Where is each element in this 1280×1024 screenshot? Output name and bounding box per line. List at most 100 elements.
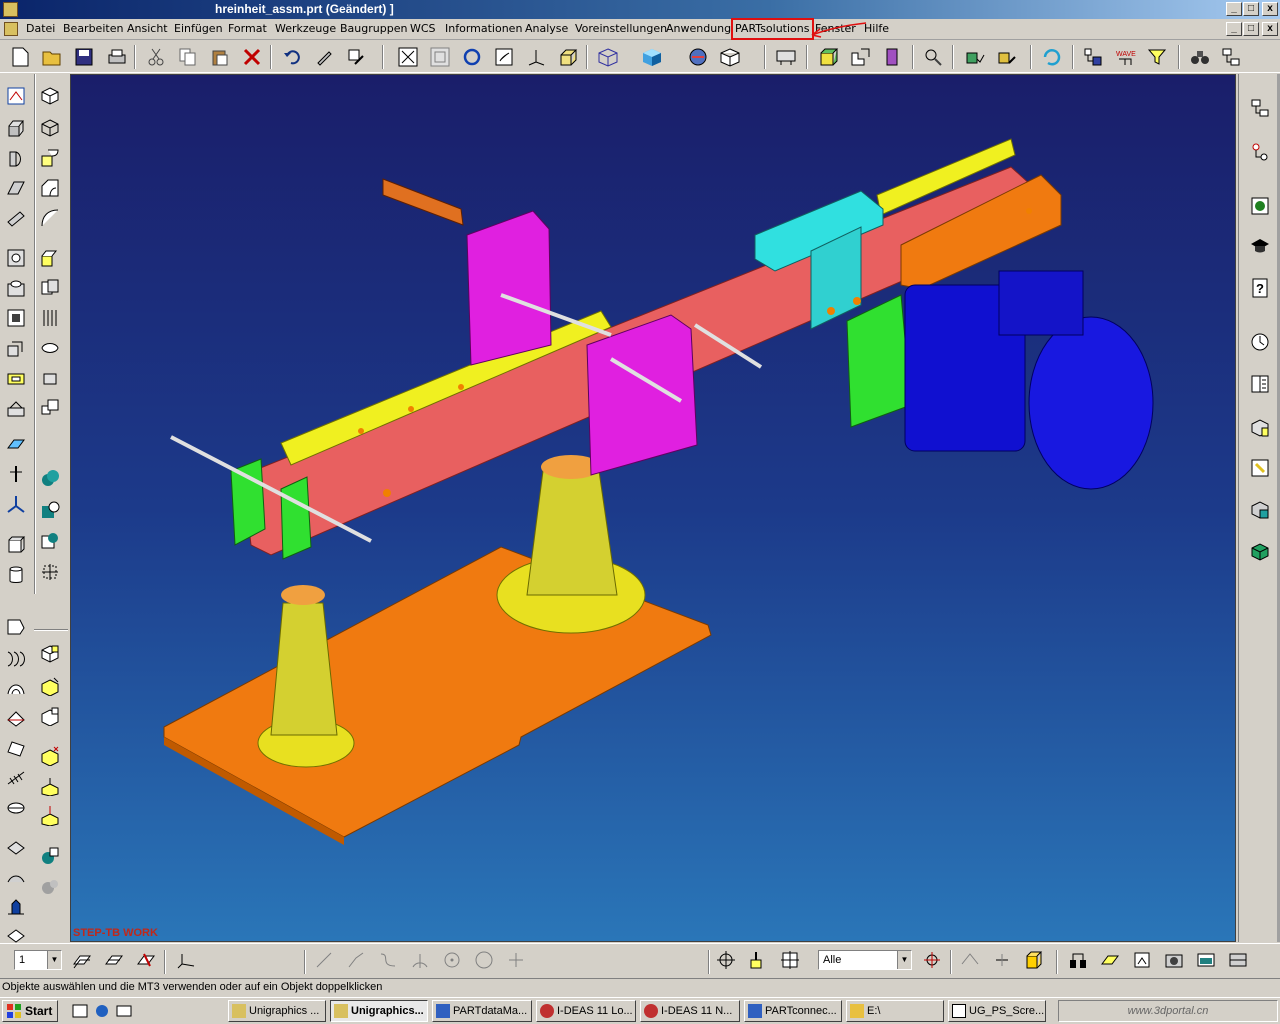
- spline-icon[interactable]: [376, 948, 400, 972]
- task-ideas-2[interactable]: I-DEAS 11 N...: [640, 1000, 740, 1022]
- instance-icon[interactable]: [38, 276, 62, 300]
- assy-cube-4-icon[interactable]: [38, 744, 62, 768]
- box-shape-icon[interactable]: [38, 84, 62, 108]
- mirror-icon[interactable]: [38, 336, 62, 360]
- through-curves-icon[interactable]: [4, 736, 28, 760]
- assy-cube-7-icon[interactable]: [38, 844, 62, 868]
- layer-settings-icon[interactable]: [70, 948, 94, 972]
- select-component-icon[interactable]: [746, 948, 770, 972]
- thicken-icon[interactable]: [4, 836, 28, 860]
- delete-icon[interactable]: [240, 45, 264, 69]
- snap-point-icon[interactable]: [714, 948, 738, 972]
- shaded-icon[interactable]: [640, 45, 664, 69]
- scale-icon[interactable]: [38, 396, 62, 420]
- save-icon[interactable]: [72, 45, 96, 69]
- boss-icon[interactable]: [4, 276, 28, 300]
- csys-icon[interactable]: [4, 492, 28, 516]
- assembly-tools-6-icon[interactable]: [1226, 948, 1250, 972]
- refresh-icon[interactable]: [1040, 45, 1064, 69]
- assembly-tools-2-icon[interactable]: [1098, 948, 1122, 972]
- minimize-button[interactable]: _: [1226, 2, 1242, 16]
- menu-format[interactable]: Format: [228, 22, 267, 36]
- rotate-icon[interactable]: [460, 45, 484, 69]
- show-desktop-icon[interactable]: [72, 1003, 88, 1019]
- system-materials-icon[interactable]: [1248, 456, 1272, 480]
- wave-icon[interactable]: WAVE: [1114, 45, 1138, 69]
- sew-body-icon[interactable]: [38, 560, 62, 584]
- assy-cube-3-icon[interactable]: [38, 704, 62, 728]
- doc-minimize-button[interactable]: _: [1226, 22, 1242, 36]
- task-partconnect[interactable]: PARTconnec...: [744, 1000, 842, 1022]
- line-icon[interactable]: [312, 948, 336, 972]
- edit-icon[interactable]: [312, 45, 336, 69]
- point-plus-icon[interactable]: [504, 948, 528, 972]
- menu-anwendung[interactable]: Anwendung: [666, 22, 731, 36]
- task-unigraphics-2[interactable]: Unigraphics...: [330, 1000, 428, 1022]
- web-browser-icon[interactable]: [1248, 194, 1272, 218]
- roles-icon[interactable]: [1248, 416, 1272, 440]
- blend-icon[interactable]: [38, 146, 62, 170]
- cylinder-icon[interactable]: [4, 562, 28, 586]
- extrude-icon[interactable]: [4, 116, 28, 140]
- part-navigator-icon[interactable]: [1248, 140, 1272, 164]
- nav-icon[interactable]: [1082, 45, 1106, 69]
- doc-close-button[interactable]: x: [1262, 22, 1278, 36]
- menu-datei[interactable]: Datei: [26, 22, 55, 36]
- menu-bearbeiten[interactable]: Bearbeiten: [63, 22, 123, 36]
- select-face-icon[interactable]: [958, 948, 982, 972]
- partsolutions-catalog-2-icon[interactable]: [1248, 540, 1272, 564]
- layer-visible-icon[interactable]: [102, 948, 126, 972]
- help-icon[interactable]: ?: [1248, 276, 1272, 300]
- binoculars-icon[interactable]: [1188, 45, 1212, 69]
- unite-icon[interactable]: [38, 466, 62, 490]
- draft-icon[interactable]: [38, 246, 62, 270]
- open-icon[interactable]: [40, 45, 64, 69]
- close-button[interactable]: x: [1262, 2, 1278, 16]
- menu-wcs[interactable]: WCS: [410, 22, 436, 36]
- trim-body-icon[interactable]: [4, 614, 28, 638]
- task-ideas-1[interactable]: I-DEAS 11 Lo...: [536, 1000, 636, 1022]
- door-icon[interactable]: [880, 45, 904, 69]
- outlook-icon[interactable]: [116, 1003, 132, 1019]
- block-icon[interactable]: [4, 532, 28, 556]
- point-icon[interactable]: [922, 45, 946, 69]
- paste-icon[interactable]: [208, 45, 232, 69]
- assy-cube-2-icon[interactable]: [38, 674, 62, 698]
- hole-icon[interactable]: [4, 246, 28, 270]
- select-feature-icon[interactable]: [778, 948, 802, 972]
- ie-icon[interactable]: [94, 1003, 110, 1019]
- menu-partsolutions[interactable]: PARTsolutions: [731, 18, 814, 40]
- menu-informationen[interactable]: Informationen: [445, 22, 522, 36]
- wireframe-icon[interactable]: [596, 45, 620, 69]
- layer-move-icon[interactable]: [134, 948, 158, 972]
- assembly-tools-3-icon[interactable]: [1130, 948, 1154, 972]
- perspective-icon[interactable]: [556, 45, 580, 69]
- assembly-tools-5-icon[interactable]: [1194, 948, 1218, 972]
- work-layer-select[interactable]: 1 ▼: [14, 950, 62, 970]
- sew-icon[interactable]: [4, 896, 28, 920]
- menu-ansicht[interactable]: Ansicht: [127, 22, 168, 36]
- task-explorer[interactable]: E:\: [846, 1000, 944, 1022]
- sweep-icon[interactable]: [4, 176, 28, 200]
- select-edge-icon[interactable]: [990, 948, 1014, 972]
- offset-face-icon[interactable]: [38, 366, 62, 390]
- task-ug-ps-screenshot[interactable]: UG_PS_Scre...: [948, 1000, 1046, 1022]
- cut-icon[interactable]: [144, 45, 168, 69]
- cube-edit-icon[interactable]: [994, 45, 1018, 69]
- bridge-icon[interactable]: [4, 866, 28, 890]
- undo-icon[interactable]: [280, 45, 304, 69]
- assembly-tools-4-icon[interactable]: [1162, 948, 1186, 972]
- intersect-icon[interactable]: [38, 528, 62, 552]
- reuse-library-icon[interactable]: [1248, 372, 1272, 396]
- menu-einfuegen[interactable]: Einfügen: [174, 22, 223, 36]
- maximize-button[interactable]: □: [1243, 2, 1259, 16]
- slot-icon[interactable]: [4, 366, 28, 390]
- arc-icon[interactable]: [408, 948, 432, 972]
- pocket-icon[interactable]: [4, 306, 28, 330]
- assembly-tools-1-icon[interactable]: [1066, 948, 1090, 972]
- copy-icon[interactable]: [176, 45, 200, 69]
- snap-options-icon[interactable]: [920, 948, 944, 972]
- orient-icon[interactable]: [524, 45, 548, 69]
- select-body-icon[interactable]: [1022, 948, 1046, 972]
- wcs-icon[interactable]: [174, 948, 198, 972]
